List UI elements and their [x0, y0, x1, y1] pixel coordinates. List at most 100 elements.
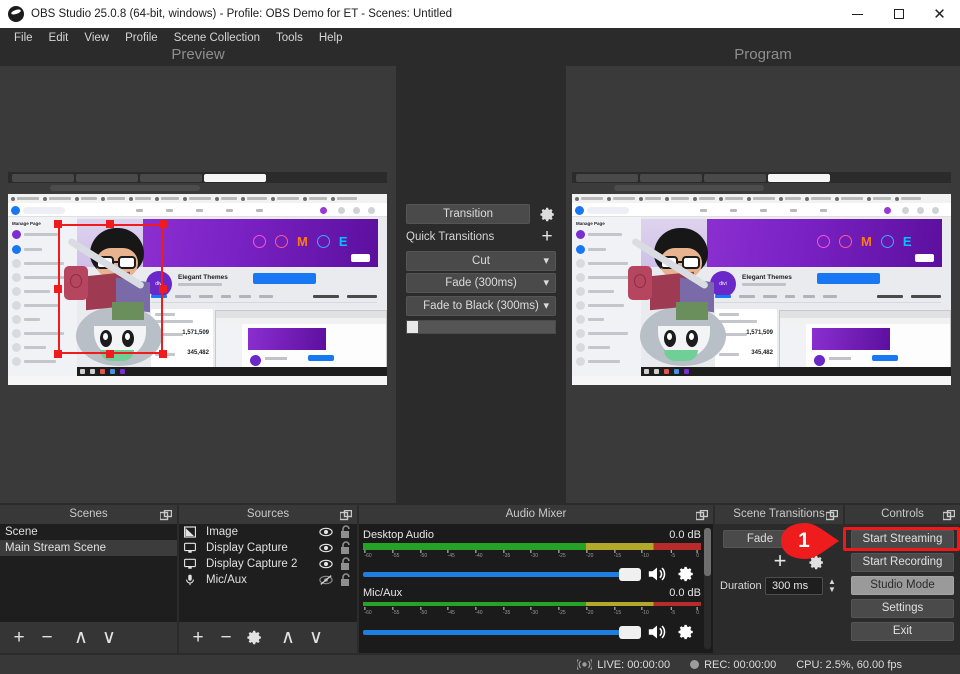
source-list-item[interactable]: Mic/Aux	[179, 572, 357, 588]
browser-tab-strip	[8, 172, 387, 183]
maximize-button[interactable]	[878, 0, 919, 28]
eye-icon[interactable]	[319, 525, 333, 539]
quick-transition-fade-to-black[interactable]: Fade to Black (300ms) ▾	[406, 296, 556, 316]
gear-icon[interactable]	[538, 205, 556, 223]
lock-open-icon[interactable]	[339, 525, 352, 539]
popout-icon[interactable]	[160, 509, 172, 520]
lock-open-icon[interactable]	[339, 541, 352, 555]
sources-list[interactable]: Image Display Capture	[179, 524, 357, 622]
eye-icon[interactable]	[319, 541, 333, 555]
source-list-item[interactable]: Display Capture	[179, 540, 357, 556]
controls-dock: Controls Start Streaming Start Recording…	[845, 505, 960, 653]
mixer-scrollbar[interactable]	[704, 528, 711, 649]
add-source-button[interactable]: +	[185, 625, 211, 651]
source-label: Image	[206, 526, 238, 538]
logo-c-icon	[275, 235, 288, 248]
duration-input[interactable]: 300 ms	[765, 577, 823, 595]
browser-tab	[140, 174, 202, 182]
transition-button[interactable]: Transition	[406, 204, 530, 224]
chevron-down-icon[interactable]: ▾	[543, 274, 549, 292]
transition-t-bar[interactable]	[406, 320, 556, 334]
duration-spinner[interactable]: ▲ ▼	[825, 577, 839, 595]
plus-icon[interactable]: +	[538, 228, 556, 246]
selection-handle[interactable]	[54, 350, 62, 358]
gear-icon[interactable]	[808, 554, 825, 571]
manage-page-title: Manage Page	[576, 221, 605, 226]
browser-bookmarks-bar	[572, 194, 951, 203]
source-list-item[interactable]: Image	[179, 524, 357, 540]
gear-icon[interactable]	[677, 623, 695, 641]
studio-mode-button[interactable]: Studio Mode	[851, 576, 954, 595]
selection-handle[interactable]	[54, 220, 62, 228]
channel-name: Desktop Audio	[363, 529, 434, 541]
eye-slash-icon[interactable]	[319, 573, 333, 587]
lock-open-icon[interactable]	[339, 557, 352, 571]
settings-button[interactable]: Settings	[851, 599, 954, 618]
volume-slider-handle[interactable]	[619, 568, 641, 581]
quick-transition-cut[interactable]: Cut ▾	[406, 251, 556, 271]
quick-transition-label: Fade (300ms)	[445, 277, 517, 289]
close-button[interactable]: ✕	[919, 0, 960, 28]
selection-handle[interactable]	[159, 220, 167, 228]
title-bar: OBS Studio 25.0.8 (64-bit, windows) - Pr…	[0, 0, 960, 28]
source-list-item[interactable]: Display Capture 2	[179, 556, 357, 572]
browser-tab	[76, 174, 138, 182]
scenes-toolbar: + − ∧ ∨	[0, 622, 177, 653]
spinner-down-icon[interactable]: ▼	[828, 586, 836, 594]
selection-handle[interactable]	[54, 285, 62, 293]
speaker-icon[interactable]	[647, 565, 667, 583]
move-source-up-button[interactable]: ∧	[275, 625, 301, 651]
chevron-down-icon[interactable]: ▾	[543, 252, 549, 270]
chevron-down-icon[interactable]: ▾	[543, 297, 549, 315]
scene-list-item-selected[interactable]: Main Stream Scene	[0, 540, 177, 556]
move-scene-up-button[interactable]: ∧	[68, 625, 94, 651]
quick-transition-fade[interactable]: Fade (300ms) ▾	[406, 273, 556, 293]
popout-icon[interactable]	[826, 509, 838, 520]
add-transition-button[interactable]: +	[769, 551, 791, 573]
volume-slider-handle[interactable]	[619, 626, 641, 639]
speaker-icon[interactable]	[647, 623, 667, 641]
scenes-dock-body: Scene Main Stream Scene + − ∧ ∨	[0, 524, 177, 653]
remove-source-button[interactable]: −	[213, 625, 239, 651]
remove-scene-button[interactable]: −	[34, 625, 60, 651]
popout-icon[interactable]	[696, 509, 708, 520]
exit-button[interactable]: Exit	[851, 622, 954, 641]
source-properties-button[interactable]	[241, 625, 267, 651]
meter-scale: -60 -55 -50 -45 -40 -35 -30 -25 -20 -15 …	[363, 553, 701, 562]
move-source-down-button[interactable]: ∨	[303, 625, 329, 651]
transition-select[interactable]: Fade	[723, 530, 797, 548]
logo-m-icon: M	[861, 235, 872, 248]
gear-icon[interactable]	[677, 565, 695, 583]
volume-slider[interactable]	[363, 630, 639, 635]
start-streaming-button[interactable]: Start Streaming	[851, 530, 954, 549]
add-scene-button[interactable]: +	[6, 625, 32, 651]
sources-title: Sources	[247, 508, 289, 520]
quick-transitions-label: Quick Transitions	[406, 231, 494, 243]
preview-canvas[interactable]: Manage Page M	[0, 66, 396, 503]
program-canvas[interactable]: Manage Page M	[566, 66, 960, 503]
scenes-list[interactable]: Scene Main Stream Scene	[0, 524, 177, 622]
eye-icon[interactable]	[319, 557, 333, 571]
microphone-icon	[184, 574, 196, 586]
selection-handle[interactable]	[106, 350, 114, 358]
selection-handle[interactable]	[159, 285, 167, 293]
t-bar-handle[interactable]	[407, 321, 418, 333]
selection-handle[interactable]	[106, 220, 114, 228]
popout-icon[interactable]	[340, 509, 352, 520]
lock-open-icon[interactable]	[339, 573, 352, 587]
scene-list-item[interactable]: Scene	[0, 524, 177, 540]
volume-slider[interactable]	[363, 572, 639, 577]
selection-handle[interactable]	[159, 350, 167, 358]
facebook-logo-icon	[575, 206, 584, 215]
minimize-button[interactable]	[837, 0, 878, 28]
record-dot-icon	[690, 660, 699, 669]
volume-meter	[363, 602, 701, 606]
move-scene-down-button[interactable]: ∨	[96, 625, 122, 651]
image-source-character	[624, 222, 734, 372]
mixer-scrollbar-thumb[interactable]	[704, 528, 711, 576]
popout-icon[interactable]	[943, 509, 955, 520]
scene-transitions-body: Fade + Duration 300 ms ▲ ▼	[715, 524, 843, 653]
image-icon	[184, 526, 196, 538]
facebook-search-box	[587, 207, 629, 214]
start-recording-button[interactable]: Start Recording	[851, 553, 954, 572]
